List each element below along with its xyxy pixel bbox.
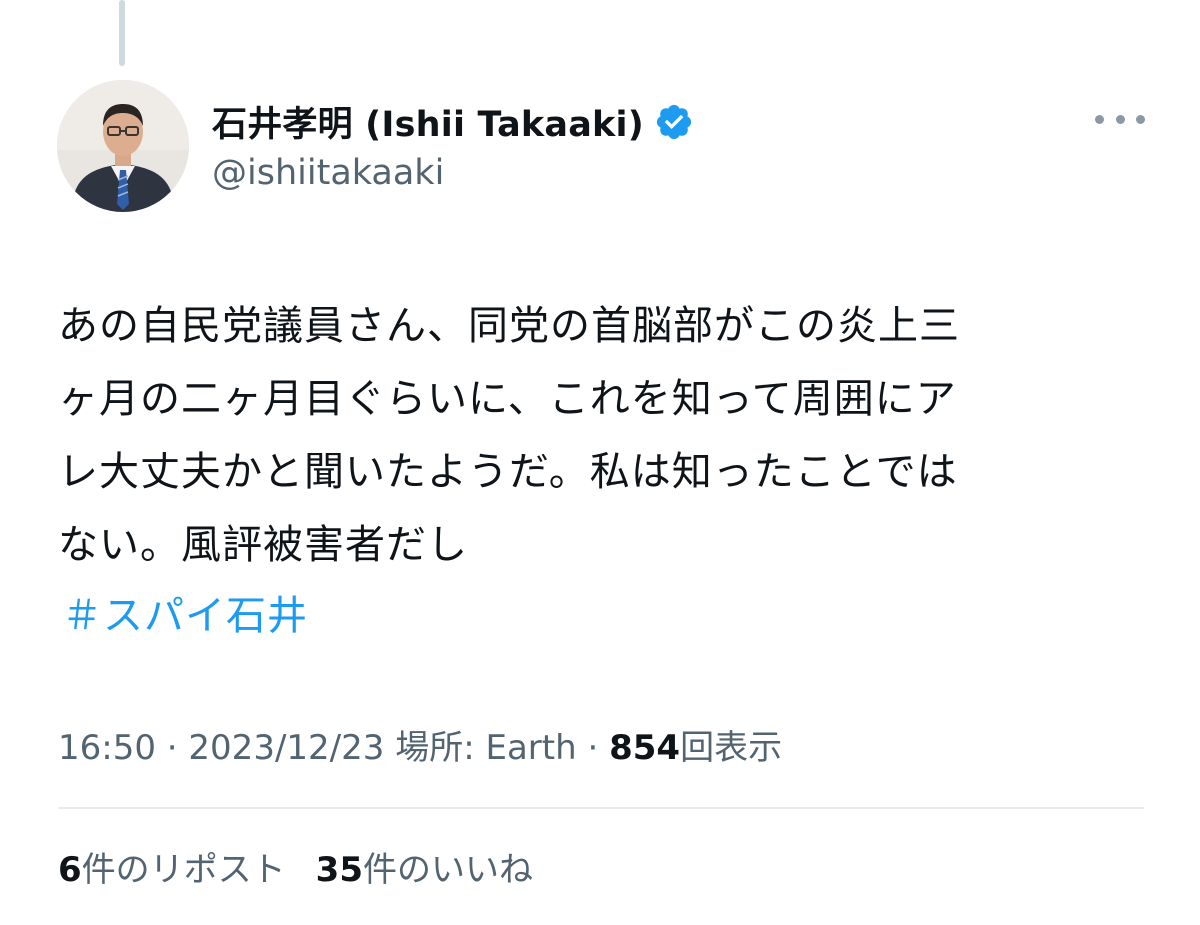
tweet-meta: 16:50 · 2023/12/23 場所: Earth · 854回表示 — [58, 722, 782, 774]
tweet-text-line: ヶ月の二ヶ月目ぐらいに、これを知って周囲にア — [58, 376, 957, 422]
more-horizontal-icon — [1136, 114, 1145, 124]
author-display-name[interactable]: 石井孝明 (Ishii Takaaki) — [212, 96, 644, 147]
tweet-text-line: あの自民党議員さん、同党の首脳部がこの炎上三 — [58, 303, 960, 349]
divider — [58, 807, 1144, 809]
more-horizontal-icon — [1095, 114, 1104, 124]
thread-connector-line — [119, 0, 125, 66]
views-count[interactable]: 854 — [609, 728, 680, 768]
more-horizontal-icon — [1115, 114, 1125, 124]
location-value: Earth — [485, 728, 577, 768]
avatar[interactable] — [57, 80, 189, 212]
author-name-row[interactable]: 石井孝明 (Ishii Takaaki) — [212, 96, 694, 147]
more-options-button[interactable] — [1095, 104, 1145, 134]
likes-stat[interactable]: 35件のいいね — [316, 842, 533, 898]
verified-badge-icon — [656, 104, 691, 139]
tweet-text-line: レ大丈夫かと聞いたようだ。私は知ったことでは — [58, 449, 958, 495]
likes-count: 35 — [315, 850, 363, 890]
engagement-stats: 6件のリポスト 35件のいいね — [58, 842, 563, 898]
hashtag-link[interactable]: ＃スパイ石井 — [62, 586, 308, 646]
tweet-text-line: ない。風評被害者だし — [58, 522, 468, 568]
reposts-count: 6 — [58, 850, 82, 890]
tweet-time[interactable]: 16:50 — [58, 728, 156, 768]
tweet-date[interactable]: 2023/12/23 — [188, 728, 384, 768]
reposts-stat[interactable]: 6件のリポスト — [58, 842, 286, 898]
likes-label: 件のいいね — [363, 850, 533, 890]
views-label: 回表示 — [680, 728, 783, 768]
tweet-text: あの自民党議員さん、同党の首脳部がこの炎上三 ヶ月の二ヶ月目ぐらいに、これを知っ… — [58, 290, 1158, 582]
location-label: 場所: — [384, 728, 486, 768]
author-handle[interactable]: @ishiitakaaki — [212, 153, 444, 193]
avatar-image — [57, 80, 189, 212]
meta-separator: · — [576, 728, 610, 768]
reposts-label: 件のリポスト — [81, 850, 286, 890]
meta-separator: · — [155, 728, 189, 768]
